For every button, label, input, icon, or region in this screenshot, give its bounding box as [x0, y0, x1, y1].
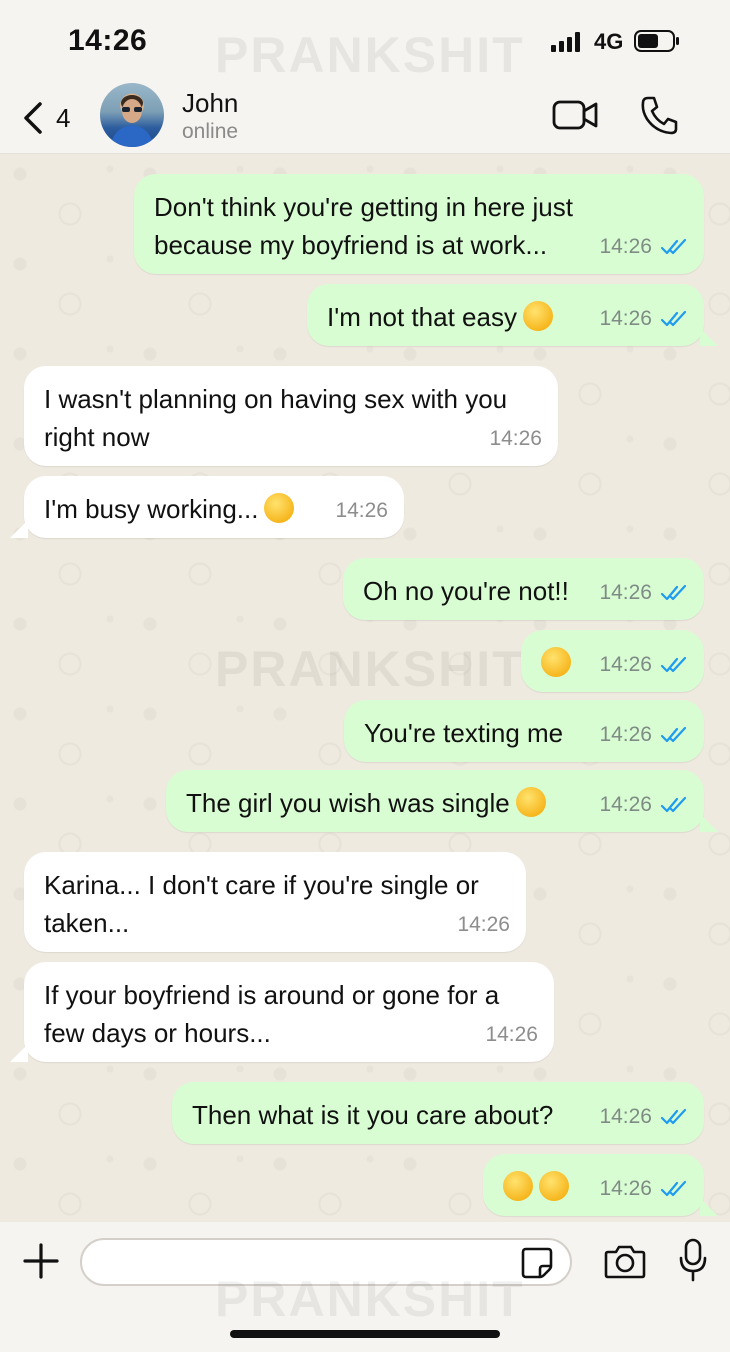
- message-meta: 14:26: [335, 492, 388, 530]
- message-outgoing[interactable]: I'm not that easy 14:26: [307, 284, 704, 346]
- double-check-icon: [660, 1180, 687, 1197]
- message-text: I'm not that easy: [327, 302, 517, 332]
- message-time: 14:26: [599, 723, 652, 746]
- message-line: taken...: [44, 908, 130, 938]
- double-check-icon: [660, 726, 687, 743]
- unread-count: 4: [56, 102, 71, 133]
- message-meta: 14:26: [599, 646, 688, 684]
- message-meta: 14:26: [599, 716, 688, 754]
- plus-icon[interactable]: [22, 1242, 60, 1280]
- message-outgoing[interactable]: Oh no you're not!! 14:26: [343, 558, 704, 620]
- sticker-icon[interactable]: [520, 1246, 554, 1280]
- back-chevron-icon: [24, 102, 42, 134]
- bubble-tail: [700, 328, 718, 346]
- message-time: 14:26: [599, 653, 652, 676]
- message-text: You're texting me: [364, 718, 564, 748]
- flushed-emoji-icon: [539, 1171, 569, 1201]
- double-check-icon: [660, 796, 687, 813]
- network-label: 4G: [594, 29, 624, 54]
- message-text: Then what is it you care about?: [192, 1100, 554, 1130]
- message-meta: 14:26: [599, 1170, 688, 1208]
- message-time: 14:26: [335, 499, 388, 522]
- contact-avatar[interactable]: [100, 83, 164, 147]
- message-meta: 14:26: [599, 1098, 688, 1136]
- home-indicator[interactable]: [230, 1330, 500, 1338]
- message-time: 14:26: [599, 1105, 652, 1128]
- message-line: right now: [44, 422, 150, 452]
- message-outgoing[interactable]: 14:26: [483, 1154, 704, 1216]
- message-time: 14:26: [599, 793, 652, 816]
- double-check-icon: [660, 238, 687, 255]
- smiling-emoji-icon: [515, 787, 546, 817]
- chat-header: 4 John online: [0, 80, 730, 154]
- watermark-middle: PRANKSHIT: [215, 641, 525, 697]
- video-camera-icon[interactable]: [552, 99, 598, 131]
- message-line: Don't think you're getting in here just: [154, 192, 573, 222]
- contact-status: online: [182, 120, 239, 143]
- double-check-icon: [660, 310, 687, 327]
- message-incoming[interactable]: If your boyfriend is around or gone for …: [24, 962, 554, 1062]
- message-outgoing[interactable]: The girl you wish was single 14:26: [166, 770, 704, 832]
- message-outgoing[interactable]: 14:26: [521, 630, 704, 692]
- message-incoming[interactable]: I wasn't planning on having sex with you…: [24, 366, 558, 466]
- message-time: 14:26: [599, 581, 652, 604]
- microphone-icon[interactable]: [678, 1238, 708, 1282]
- flushed-emoji-icon: [503, 1171, 533, 1201]
- contact-name[interactable]: John: [182, 88, 238, 119]
- message-time: 14:26: [485, 1023, 538, 1046]
- message-line: Karina... I don't care if you're single …: [44, 870, 479, 900]
- message-text: Oh no you're not!!: [363, 576, 569, 606]
- message-outgoing[interactable]: Don't think you're getting in here just …: [134, 174, 704, 274]
- message-text: The girl you wish was single: [186, 788, 510, 818]
- avatar-photo: [110, 95, 154, 147]
- message-time: 14:26: [599, 307, 652, 330]
- message-incoming[interactable]: Karina... I don't care if you're single …: [24, 852, 526, 952]
- message-meta: 14:26: [485, 1016, 538, 1054]
- message-meta: 14:26: [457, 906, 510, 944]
- message-meta: 14:26: [599, 574, 688, 612]
- message-time: 14:26: [599, 1177, 652, 1200]
- status-time: 14:26: [68, 24, 148, 57]
- bubble-tail: [10, 520, 28, 538]
- hand-over-mouth-emoji-icon: [541, 647, 571, 677]
- message-meta: 14:26: [489, 420, 542, 458]
- tongue-emoji-icon: [264, 493, 295, 523]
- double-check-icon: [660, 1108, 687, 1125]
- signal-icon: [551, 32, 580, 52]
- chat-area[interactable]: PRANKSHIT Don't think you're getting in …: [0, 154, 730, 1222]
- input-bar: PRANKSHIT: [0, 1222, 730, 1352]
- bubble-tail: [700, 814, 718, 832]
- message-line: I wasn't planning on having sex with you: [44, 384, 508, 414]
- phone-icon[interactable]: [640, 95, 678, 135]
- double-check-icon: [660, 584, 687, 601]
- message-meta: 14:26: [599, 300, 688, 338]
- message-time: 14:26: [457, 913, 510, 936]
- watermark-top: PRANKSHIT: [215, 27, 525, 83]
- watermark-bottom: PRANKSHIT: [215, 1271, 525, 1327]
- message-outgoing[interactable]: You're texting me 14:26: [344, 700, 704, 762]
- camera-icon[interactable]: [604, 1242, 646, 1280]
- battery-icon: [634, 30, 679, 52]
- message-incoming[interactable]: I'm busy working... 14:26: [24, 476, 404, 538]
- message-outgoing[interactable]: Then what is it you care about? 14:26: [172, 1082, 704, 1144]
- tongue-emoji-icon: [522, 301, 553, 331]
- message-line: If your boyfriend is around or gone for …: [44, 980, 500, 1010]
- back-button[interactable]: 4: [22, 98, 84, 138]
- message-text: I'm busy working...: [44, 494, 259, 524]
- message-meta: 14:26: [599, 228, 688, 266]
- message-time: 14:26: [599, 235, 652, 258]
- status-bar: 14:26 PRANKSHIT 4G: [0, 0, 730, 83]
- message-line: few days or hours...: [44, 1018, 271, 1048]
- double-check-icon: [660, 656, 687, 673]
- message-time: 14:26: [489, 427, 542, 450]
- message-meta: 14:26: [599, 786, 688, 824]
